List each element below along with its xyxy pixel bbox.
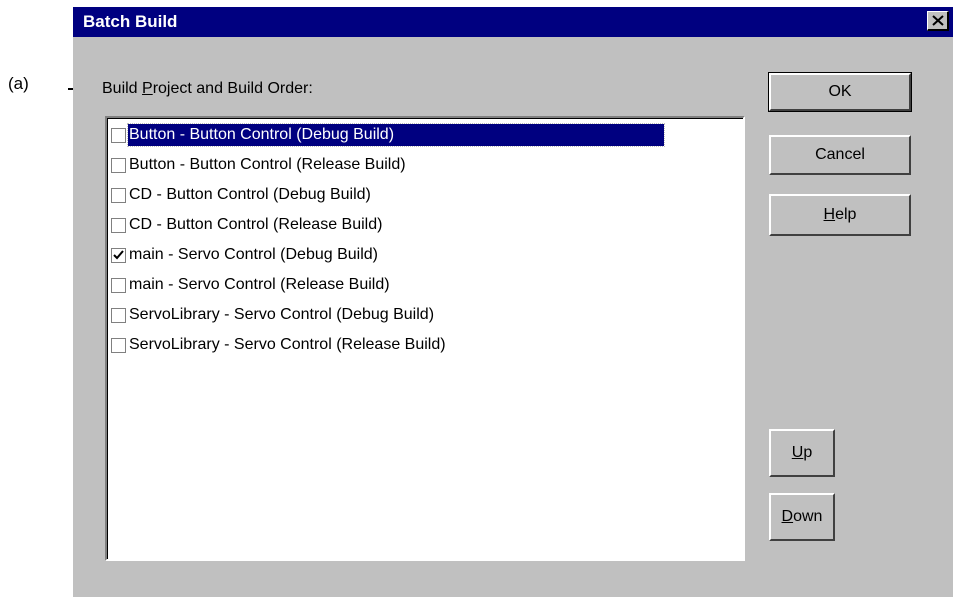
help-button[interactable]: Help [769, 194, 911, 236]
list-item[interactable]: CD - Button Control (Debug Build) [111, 180, 741, 210]
dialog-title: Batch Build [83, 12, 178, 31]
ok-button[interactable]: OK [768, 72, 912, 112]
help-button-label: Help [823, 206, 857, 223]
list-item-checkbox[interactable] [111, 187, 126, 203]
list-item[interactable]: ServoLibrary - Servo Control (Debug Buil… [111, 300, 741, 330]
list-item-label: CD - Button Control (Release Build) [129, 216, 383, 233]
list-item-label: ServoLibrary - Servo Control (Debug Buil… [129, 306, 435, 323]
down-button[interactable]: Down [769, 493, 835, 541]
list-item-checkbox[interactable] [111, 127, 126, 143]
cancel-button-label: Cancel [815, 146, 865, 163]
up-button-label: Up [791, 444, 813, 461]
list-item[interactable]: CD - Button Control (Release Build) [111, 210, 741, 240]
list-item[interactable]: ServoLibrary - Servo Control (Release Bu… [111, 330, 741, 360]
list-item[interactable]: main - Servo Control (Debug Build) [111, 240, 741, 270]
list-item-label: main - Servo Control (Release Build) [129, 276, 390, 293]
list-item[interactable]: Button - Button Control (Release Build) [111, 150, 741, 180]
title-bar: Batch Build [73, 7, 953, 37]
list-item-label: CD - Button Control (Debug Build) [129, 186, 371, 203]
list-item[interactable]: main - Servo Control (Release Build) [111, 270, 741, 300]
annotation-label: (a) [8, 74, 29, 93]
list-item-checkbox[interactable] [111, 337, 126, 353]
list-item-checkbox[interactable] [111, 247, 126, 263]
list-item-checkbox[interactable] [111, 157, 126, 173]
close-button[interactable] [927, 11, 949, 31]
down-button-label: Down [781, 508, 823, 525]
checkmark-icon [113, 249, 124, 259]
up-button[interactable]: Up [769, 429, 835, 477]
list-item-checkbox[interactable] [111, 277, 126, 293]
build-order-label: Build Project and Build Order: [102, 80, 313, 97]
ok-button-label: OK [828, 83, 852, 100]
list-item-checkbox[interactable] [111, 217, 126, 233]
cancel-button[interactable]: Cancel [769, 135, 911, 175]
batch-build-dialog: Batch Build Build Project and Build Orde… [73, 7, 953, 597]
close-icon [931, 15, 944, 26]
list-item-label: main - Servo Control (Debug Build) [129, 246, 378, 263]
list-item-label: Button - Button Control (Debug Build) [126, 123, 666, 147]
list-item-label: ServoLibrary - Servo Control (Release Bu… [129, 336, 446, 353]
list-item-checkbox[interactable] [111, 307, 126, 323]
build-order-listbox[interactable]: Button - Button Control (Debug Build) Bu… [105, 116, 745, 561]
list-item-label: Button - Button Control (Release Build) [129, 156, 406, 173]
list-item[interactable]: Button - Button Control (Debug Build) [111, 120, 741, 150]
